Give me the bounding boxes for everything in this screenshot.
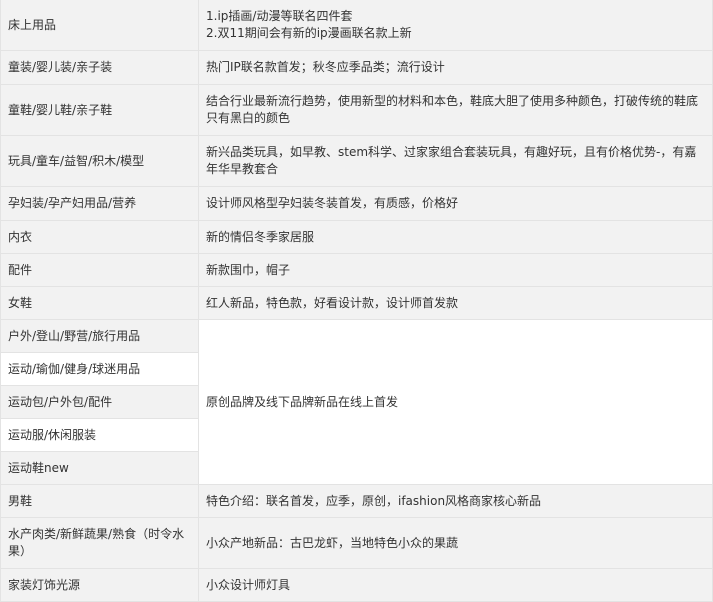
category-cell: 孕妇装/孕产妇用品/营养 (0, 186, 199, 221)
description-line: 2.双11期间会有新的ip漫画联名款上新 (206, 26, 412, 40)
description-line: 1.ip插画/动漫等联名四件套 (206, 9, 353, 23)
description-cell: 设计师风格型孕妇装冬装首发，有质感，价格好 (198, 186, 713, 221)
table-row: 孕妇装/孕产妇用品/营养 设计师风格型孕妇装冬装首发，有质感，价格好 (0, 186, 713, 221)
category-cell: 户外/登山/野营/旅行用品 (0, 319, 199, 353)
description-cell: 结合行业最新流行趋势，使用新型的材料和本色，鞋底大胆了使用多种颜色，打破传统的鞋… (198, 84, 713, 136)
description-cell: 特色介绍：联名首发，应季，原创，ifashion风格商家核心新品 (198, 484, 713, 518)
description-cell: 红人新品，特色款，好看设计款，设计师首发款 (198, 286, 713, 320)
category-cell: 运动/瑜伽/健身/球迷用品 (0, 352, 199, 386)
table-row: 童鞋/婴儿鞋/亲子鞋 结合行业最新流行趋势，使用新型的材料和本色，鞋底大胆了使用… (0, 84, 713, 136)
category-cell: 童装/婴儿装/亲子装 (0, 50, 199, 85)
description-cell: 小众产地新品：古巴龙虾，当地特色小众的果蔬 (198, 517, 713, 569)
category-cell: 童鞋/婴儿鞋/亲子鞋 (0, 84, 199, 136)
category-cell: 运动鞋new (0, 451, 199, 485)
category-cell: 运动包/户外包/配件 (0, 385, 199, 419)
category-cell: 家装灯饰光源 (0, 568, 199, 602)
category-cell: 男鞋 (0, 484, 199, 518)
description-cell: 新的情侣冬季家居服 (198, 220, 713, 254)
table-row: 童装/婴儿装/亲子装 热门IP联名款首发；秋冬应季品类；流行设计 (0, 50, 713, 85)
category-cell: 配件 (0, 253, 199, 287)
table-row: 户外/登山/野营/旅行用品 原创品牌及线下品牌新品在线上首发 (0, 319, 713, 485)
table-row: 玩具/童车/益智/积木/模型 新兴品类玩具，如早教、stem科学、过家家组合套装… (0, 135, 713, 187)
category-cell: 女鞋 (0, 286, 199, 320)
description-cell: 小众设计师灯具 (198, 568, 713, 602)
table-row: 女鞋 红人新品，特色款，好看设计款，设计师首发款 (0, 286, 713, 320)
table-row: 男鞋 特色介绍：联名首发，应季，原创，ifashion风格商家核心新品 (0, 484, 713, 518)
category-cell: 玩具/童车/益智/积木/模型 (0, 135, 199, 187)
category-cell: 水产肉类/新鲜蔬果/熟食（时令水果） (0, 517, 199, 569)
table-row: 家装灯饰光源 小众设计师灯具 (0, 568, 713, 602)
description-cell: 热门IP联名款首发；秋冬应季品类；流行设计 (198, 50, 713, 85)
category-table: 床上用品 1.ip插画/动漫等联名四件套 2.双11期间会有新的ip漫画联名款上… (0, 0, 713, 602)
table-row: 床上用品 1.ip插画/动漫等联名四件套 2.双11期间会有新的ip漫画联名款上… (0, 0, 713, 51)
description-cell: 新款围巾，帽子 (198, 253, 713, 287)
merged-description-cell: 原创品牌及线下品牌新品在线上首发 (198, 319, 713, 485)
category-cell: 运动服/休闲服装 (0, 418, 199, 452)
category-cell: 床上用品 (0, 0, 199, 51)
category-cell: 内衣 (0, 220, 199, 254)
table-row: 水产肉类/新鲜蔬果/熟食（时令水果） 小众产地新品：古巴龙虾，当地特色小众的果蔬 (0, 517, 713, 569)
table-row: 内衣 新的情侣冬季家居服 (0, 220, 713, 254)
description-cell: 新兴品类玩具，如早教、stem科学、过家家组合套装玩具，有趣好玩，且有价格优势-… (198, 135, 713, 187)
description-cell: 1.ip插画/动漫等联名四件套 2.双11期间会有新的ip漫画联名款上新 (198, 0, 713, 51)
table-row: 配件 新款围巾，帽子 (0, 253, 713, 287)
